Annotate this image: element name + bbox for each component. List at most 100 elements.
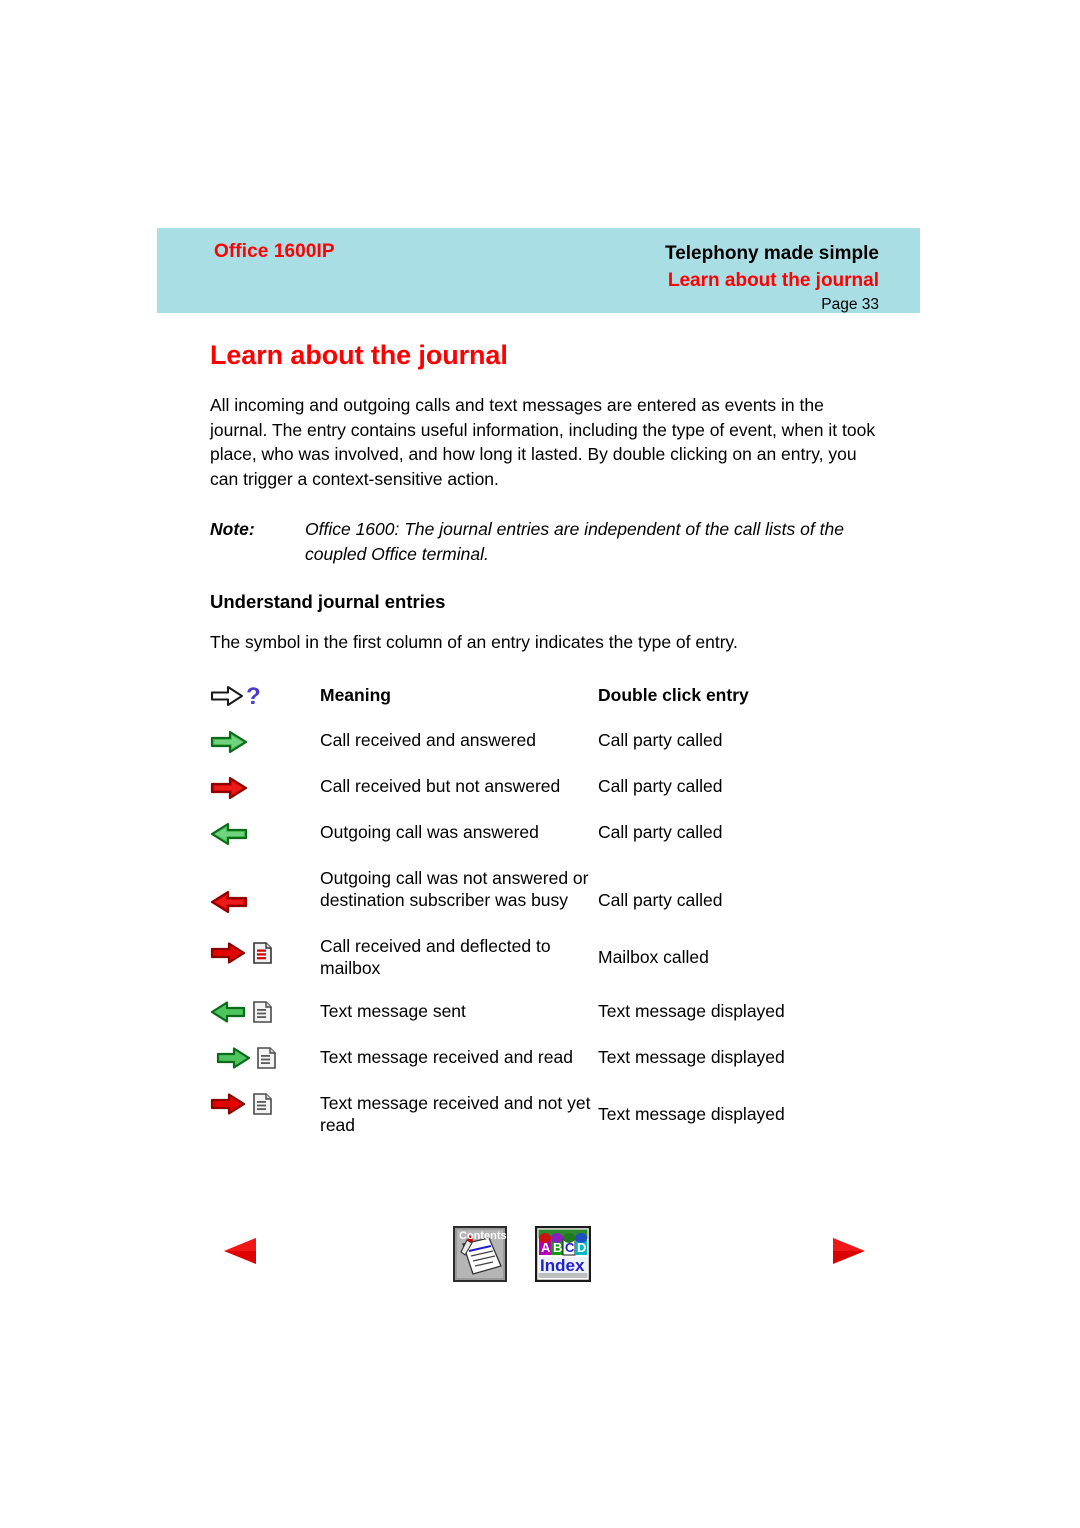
table-cell-double-click: Call party called	[598, 821, 910, 867]
header-right-block: Telephony made simple Learn about the jo…	[359, 240, 879, 316]
red-right-arrow-document-icon	[210, 1092, 320, 1157]
arrow-document-combo	[210, 1046, 320, 1070]
arrow-document-combo	[210, 1000, 320, 1024]
header-section-title: Learn about the journal	[667, 270, 879, 291]
table-cell-double-click: Text message displayed	[598, 1000, 910, 1046]
contents-label-text: Contents	[459, 1230, 507, 1242]
meaning-text: Call received but not answered	[320, 775, 561, 796]
green-left-arrow-icon	[210, 821, 320, 867]
table-cell-meaning: Text message received and not yet read	[320, 1092, 598, 1157]
previous-page-triangle-glyph	[224, 1238, 256, 1264]
meaning-text: Text message received and read	[320, 1046, 573, 1067]
green-left-arrow-glyph	[210, 822, 248, 845]
index-button[interactable]: A B C D Index	[535, 1226, 591, 1282]
note-label: Note:	[210, 519, 255, 539]
table-cell-double-click: Mailbox called	[598, 935, 910, 1000]
table-cell-meaning: Outgoing call was answered	[320, 821, 598, 867]
arrow-question-icon: ?	[210, 683, 320, 729]
double-click-text: Call party called	[598, 729, 723, 750]
red-right-arrow-glyph	[210, 776, 248, 799]
next-page-triangle-icon[interactable]	[825, 1231, 871, 1271]
table-cell-meaning: Text message sent	[320, 1000, 598, 1046]
table-cell-double-click: Text message displayed	[598, 1092, 910, 1157]
double-click-text: Mailbox called	[598, 946, 709, 967]
table-row: Outgoing call was answered Call party ca…	[210, 821, 910, 867]
table-header-double-click: Double click entry	[598, 684, 749, 705]
note-block: Note: Office 1600: The journal entries a…	[210, 517, 910, 566]
table-cell-meaning: Call received but not answered	[320, 775, 598, 821]
document-icon	[253, 1000, 272, 1023]
double-click-text: Text message displayed	[598, 1046, 785, 1067]
meaning-text: Call received and deflected to mailbox	[320, 935, 551, 979]
arrow-document-combo	[210, 1092, 320, 1116]
next-page-triangle-glyph	[833, 1238, 865, 1264]
page-header-band: Office 1600IP Telephony made simple Lear…	[157, 228, 920, 313]
page-content: Learn about the journal All incoming and…	[210, 340, 910, 1157]
meaning-text: Text message sent	[320, 1000, 466, 1021]
table-header-meaning: Meaning	[320, 684, 391, 705]
index-letter-b: B	[553, 1240, 562, 1255]
table-header-row: ? Meaning Double click entry	[210, 683, 910, 729]
contents-button[interactable]: Contents	[453, 1226, 507, 1282]
index-letter-a: A	[541, 1240, 551, 1255]
header-page-number: Page 33	[821, 296, 879, 313]
double-click-text: Call party called	[598, 889, 723, 910]
table-cell-double-click: Text message displayed	[598, 1046, 910, 1092]
section-subheading: Understand journal entries	[210, 591, 446, 612]
meaning-text: Outgoing call was answered	[320, 821, 539, 842]
table-row: Text message received and not yet read T…	[210, 1092, 910, 1157]
svg-text:?: ?	[246, 683, 261, 709]
table-cell-double-click: Call party called	[598, 867, 910, 935]
lead-paragraph: The symbol in the first column of an ent…	[210, 632, 738, 652]
table-row: Call received and deflected to mailbox M…	[210, 935, 910, 1000]
header-product-name: Office 1600IP	[214, 241, 335, 262]
table-row: Call received but not answered Call part…	[210, 775, 910, 821]
table-cell-meaning: Call received and deflected to mailbox	[320, 935, 598, 1000]
green-right-arrow-glyph	[216, 1046, 251, 1069]
double-click-text: Text message displayed	[598, 1000, 785, 1021]
red-right-arrow-icon	[210, 775, 320, 821]
red-left-arrow-glyph	[210, 890, 248, 913]
table-cell-double-click: Call party called	[598, 729, 910, 775]
meaning-text: Text message received and not yet read	[320, 1092, 591, 1136]
red-right-arrow-glyph	[210, 941, 246, 964]
green-right-arrow-icon	[210, 729, 320, 775]
green-right-arrow-glyph	[210, 730, 248, 753]
table-row: Text message received and read Text mess…	[210, 1046, 910, 1092]
meaning-text: Call received and answered	[320, 729, 536, 750]
note-text: Office 1600: The journal entries are ind…	[305, 519, 844, 564]
red-right-arrow-mailbox-icon	[210, 935, 320, 1000]
mailbox-document-icon	[253, 941, 272, 964]
journal-symbol-table: ? Meaning Double click entry Call receiv…	[210, 683, 910, 1157]
green-left-arrow-document-icon	[210, 1000, 320, 1046]
arrow-mailbox-combo	[210, 941, 320, 965]
double-click-text: Text message displayed	[598, 1103, 785, 1124]
index-letter-d: D	[577, 1240, 586, 1255]
red-right-arrow-glyph	[210, 1092, 246, 1115]
intro-paragraph: All incoming and outgoing calls and text…	[210, 395, 876, 489]
table-row: Call received and answered Call party ca…	[210, 729, 910, 775]
double-click-text: Call party called	[598, 775, 723, 796]
arrow-question-glyph: ?	[211, 683, 261, 709]
index-label-text: Index	[540, 1256, 585, 1275]
green-left-arrow-glyph	[210, 1000, 246, 1023]
page-title: Learn about the journal	[210, 340, 508, 370]
table-row: Text message sent Text message displayed	[210, 1000, 910, 1046]
table-cell-meaning: Outgoing call was not answered or destin…	[320, 867, 598, 935]
red-left-arrow-icon	[210, 867, 320, 935]
table-cell-double-click: Call party called	[598, 775, 910, 821]
table-cell-meaning: Call received and answered	[320, 729, 598, 775]
table-cell-meaning: Text message received and read	[320, 1046, 598, 1092]
table-header-meaning-cell: Meaning	[320, 683, 598, 729]
index-letter-c: C	[565, 1240, 575, 1255]
meaning-text: Outgoing call was not answered or destin…	[320, 867, 589, 911]
table-header-doubleclick-cell: Double click entry	[598, 683, 910, 729]
document-icon	[257, 1046, 276, 1069]
document-icon	[253, 1092, 272, 1115]
contents-icon: Contents	[453, 1226, 507, 1282]
header-tagline: Telephony made simple	[665, 243, 879, 264]
green-right-arrow-document-icon	[210, 1046, 320, 1092]
table-row: Outgoing call was not answered or destin…	[210, 867, 910, 935]
index-icon: A B C D Index	[535, 1226, 591, 1282]
previous-page-triangle-icon[interactable]	[218, 1231, 264, 1271]
